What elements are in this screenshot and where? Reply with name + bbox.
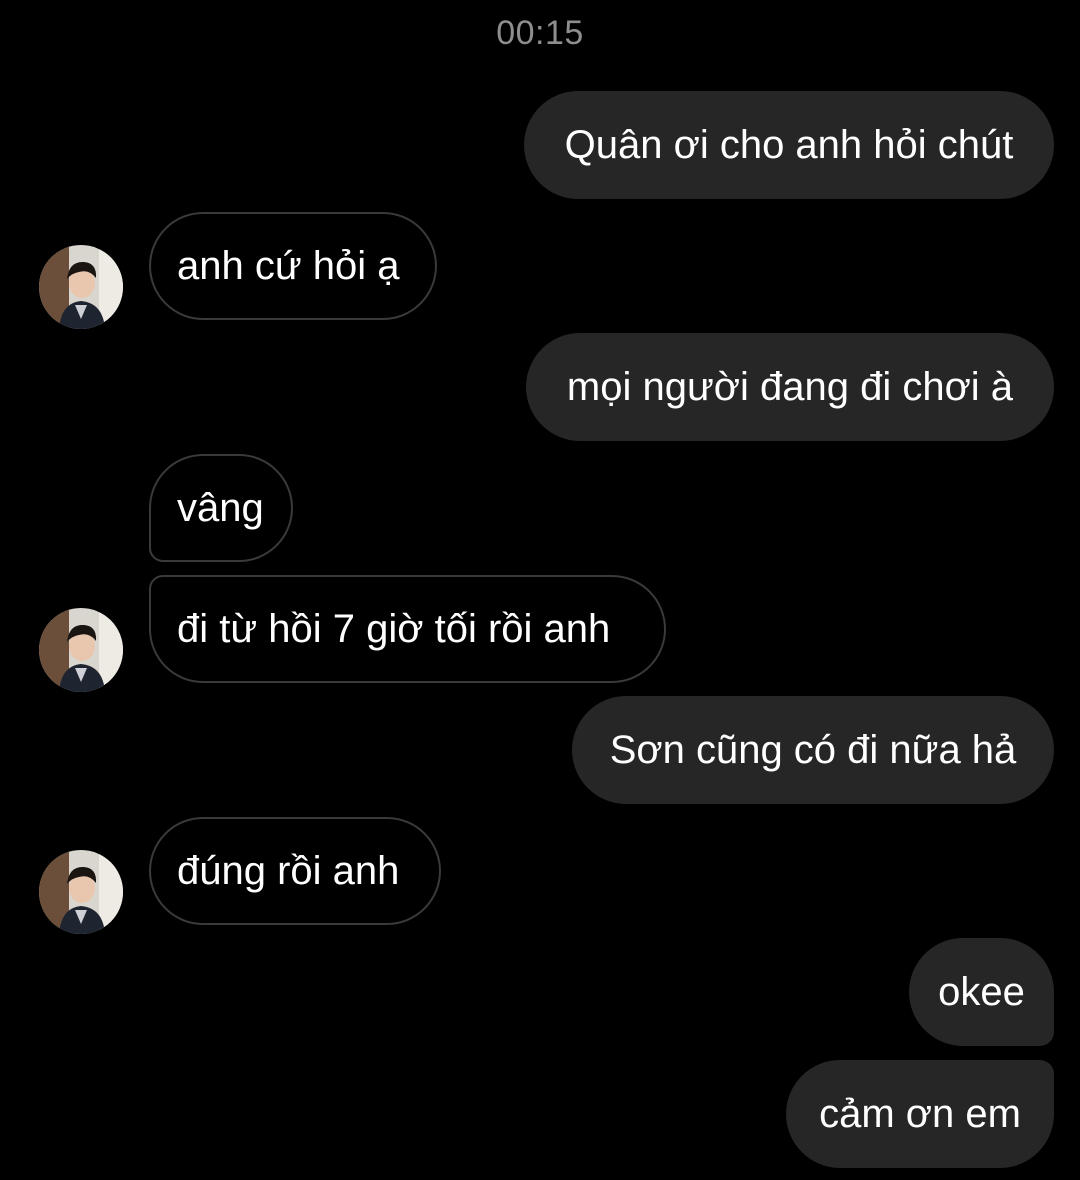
message-text: đúng rồi anh	[177, 848, 400, 893]
avatar-image	[39, 850, 123, 934]
message-text: Quân ơi cho anh hỏi chút	[564, 122, 1014, 167]
message-text: anh cứ hỏi ạ	[177, 243, 400, 288]
outgoing-message-bubble[interactable]: mọi người đang đi chơi à	[526, 333, 1054, 441]
incoming-message-bubble[interactable]: đúng rồi anh	[149, 817, 441, 925]
incoming-message-bubble[interactable]: vâng	[149, 454, 293, 562]
chat-thread[interactable]: 00:15 Quân ơi cho anh hỏi chút anh cứ hỏ…	[0, 0, 1080, 1180]
message-text: vâng	[177, 485, 264, 530]
avatar-image	[39, 245, 123, 329]
message-text: cảm ơn em	[819, 1091, 1021, 1136]
contact-avatar[interactable]	[39, 608, 123, 692]
contact-avatar[interactable]	[39, 245, 123, 329]
message-timestamp: 00:15	[496, 14, 584, 52]
message-text: Sơn cũng có đi nữa hả	[609, 727, 1017, 772]
message-text: đi từ hồi 7 giờ tối rồi anh	[177, 606, 611, 651]
incoming-message-bubble[interactable]: anh cứ hỏi ạ	[149, 212, 437, 320]
contact-avatar[interactable]	[39, 850, 123, 934]
message-text: okee	[938, 969, 1025, 1014]
message-text: mọi người đang đi chơi à	[566, 364, 1014, 409]
outgoing-message-bubble[interactable]: Sơn cũng có đi nữa hả	[572, 696, 1054, 804]
incoming-message-bubble[interactable]: đi từ hồi 7 giờ tối rồi anh	[149, 575, 666, 683]
outgoing-message-bubble[interactable]: cảm ơn em	[786, 1060, 1054, 1168]
outgoing-message-bubble[interactable]: Quân ơi cho anh hỏi chút	[524, 91, 1054, 199]
avatar-image	[39, 608, 123, 692]
outgoing-message-bubble[interactable]: okee	[909, 938, 1054, 1046]
